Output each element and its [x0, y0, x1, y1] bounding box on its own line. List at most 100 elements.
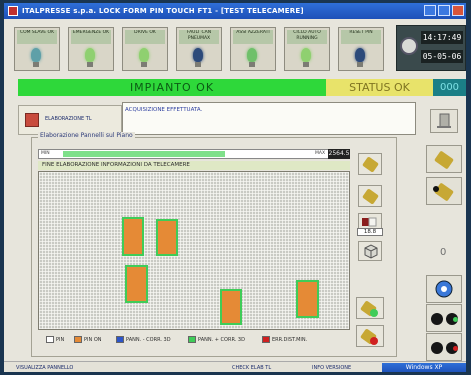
camera-start-button[interactable]	[356, 297, 384, 319]
legend: PIN PIN ON PANN. - CORR. 3D PANN. + CORR…	[38, 335, 350, 347]
status-label: DRIVE OK	[125, 30, 165, 44]
lamp-base	[249, 62, 255, 67]
clock-icon	[400, 37, 418, 55]
lamp-icon	[31, 48, 41, 62]
camera-icon	[362, 156, 379, 173]
status-ciclo-auto[interactable]: CICLO AUTO RUNNING	[284, 27, 330, 71]
lamp-base	[141, 62, 147, 67]
green-dot-icon	[453, 317, 458, 322]
clock-time: 14:17:49	[421, 31, 463, 44]
legend-item: PIN	[46, 336, 64, 343]
group-title: Elaborazione Pannelli sul Piano	[38, 132, 135, 139]
status-label: CICLO AUTO RUNNING	[287, 30, 327, 44]
panel-block[interactable]	[296, 280, 319, 318]
check-tl-link[interactable]: CHECK ELAB TL	[232, 365, 271, 371]
rotate-icon	[435, 280, 453, 298]
status-emergenze[interactable]: EMERGENZE OK	[68, 27, 114, 71]
clock-date: 05-05-06	[421, 50, 463, 63]
status-label: COM SLAVE OK	[17, 30, 57, 44]
camera-tab-label: ELABORAZIONE TL	[45, 116, 92, 122]
contrast-icon	[362, 217, 377, 227]
legend-item: PANN. - CORR. 3D	[116, 336, 171, 343]
panel-block[interactable]	[122, 217, 144, 256]
legend-label: PIN	[56, 337, 65, 343]
legend-item: PIN ON	[74, 336, 102, 343]
legend-label: PANN. + CORR. 3D	[198, 337, 245, 343]
rotate-button[interactable]	[426, 275, 462, 303]
status-indicator: STATUS OK	[326, 79, 433, 96]
zero-label: 0	[440, 247, 447, 258]
show-panel-link[interactable]: VISUALIZZA PANNELLO	[16, 365, 73, 371]
bottom-bar: VISUALIZZA PANNELLO CHECK ELAB TL INFO V…	[4, 361, 466, 372]
settings-red-button[interactable]	[426, 333, 462, 361]
settings-green-button[interactable]	[426, 304, 462, 332]
gear-icon	[431, 313, 443, 325]
panel-grid-canvas[interactable]	[38, 171, 350, 330]
panel-block[interactable]	[220, 289, 242, 325]
lamp-base	[195, 62, 201, 67]
status-assi-azzerati[interactable]: ASSI AZZERATI	[230, 27, 276, 71]
lamp-base	[303, 62, 309, 67]
lamp-icon	[85, 48, 95, 62]
camera-icon	[434, 150, 454, 170]
close-button[interactable]	[452, 5, 464, 16]
camera-processing-tab[interactable]: ELABORAZIONE TL	[18, 105, 122, 135]
exit-button[interactable]	[430, 109, 458, 133]
camera-icon	[362, 188, 379, 205]
camera-1-button[interactable]	[358, 153, 382, 175]
reset-pin-button[interactable]: RESET PIN	[338, 27, 384, 71]
lamp-icon	[355, 48, 365, 62]
message-box: ACQUISIZIONE EFFETTUATA.	[122, 102, 416, 135]
legend-swatch	[188, 336, 196, 343]
clock-display: 14:17:49 05-05-06	[396, 25, 466, 71]
status-label: EMERGENZE OK	[71, 30, 111, 44]
legend-label: PIN ON	[84, 337, 102, 343]
red-dot-icon	[453, 346, 458, 351]
cube-icon	[364, 244, 378, 259]
view-3d-button[interactable]	[358, 241, 382, 261]
application-window: ITALPRESSE s.p.a. LOCK FORM PIN TOUCH FT…	[4, 3, 466, 372]
camera-stop-button[interactable]	[356, 325, 384, 347]
gear-icon	[431, 342, 443, 354]
status-com-slave[interactable]: COM SLAVE OK	[14, 27, 60, 71]
progress-value: 2564.5	[328, 149, 350, 159]
maximize-button[interactable]	[438, 5, 450, 16]
side-camera-button[interactable]	[426, 145, 462, 173]
camera-icon	[25, 113, 39, 127]
start-indicator-icon	[370, 309, 378, 317]
legend-swatch	[116, 336, 124, 343]
taskbar-windows[interactable]: Windows XP	[382, 363, 466, 372]
plant-status-bar: IMPIANTO OK	[18, 79, 326, 96]
legend-swatch	[46, 336, 54, 343]
progress-bar: MIN MAX 2564.5	[38, 149, 350, 159]
status-fault-can[interactable]: FAULT CAN PNEUMAX	[176, 27, 222, 71]
panel-block[interactable]	[125, 265, 148, 303]
progress-max-label: MAX	[315, 151, 326, 156]
lamp-icon	[193, 48, 203, 62]
status-label: FAULT CAN PNEUMAX	[179, 30, 219, 44]
progress-min-label: MIN	[41, 151, 50, 156]
status-label: RESET PIN	[341, 30, 381, 44]
legend-item: PANN. + CORR. 3D	[188, 336, 245, 343]
legend-label: ERR.DIST.MIN.	[272, 337, 308, 343]
camera-2-button[interactable]	[358, 185, 382, 207]
lamp-icon	[301, 48, 311, 62]
lamp-icon	[139, 48, 149, 62]
minimize-button[interactable]	[424, 5, 436, 16]
brightness-control[interactable]	[358, 213, 382, 229]
status-label: ASSI AZZERATI	[233, 30, 273, 44]
legend-label: PANN. - CORR. 3D	[126, 337, 171, 343]
panel-block[interactable]	[156, 219, 178, 256]
side-camera-button-2[interactable]	[426, 177, 462, 205]
status-drive[interactable]: DRIVE OK	[122, 27, 168, 71]
window-title: ITALPRESSE s.p.a. LOCK FORM PIN TOUCH FT…	[22, 7, 304, 15]
processing-banner: FINE ELABORAZIONE INFORMAZIONI DA TELECA…	[38, 161, 350, 170]
title-bar: ITALPRESSE s.p.a. LOCK FORM PIN TOUCH FT…	[4, 3, 466, 19]
lamp-base	[87, 62, 93, 67]
lamp-icon	[247, 48, 257, 62]
version-info-link[interactable]: INFO VERSIONE	[312, 365, 351, 371]
legend-swatch	[74, 336, 82, 343]
app-icon	[8, 6, 18, 16]
lamp-base	[33, 62, 39, 67]
status-code: 000	[433, 79, 466, 96]
